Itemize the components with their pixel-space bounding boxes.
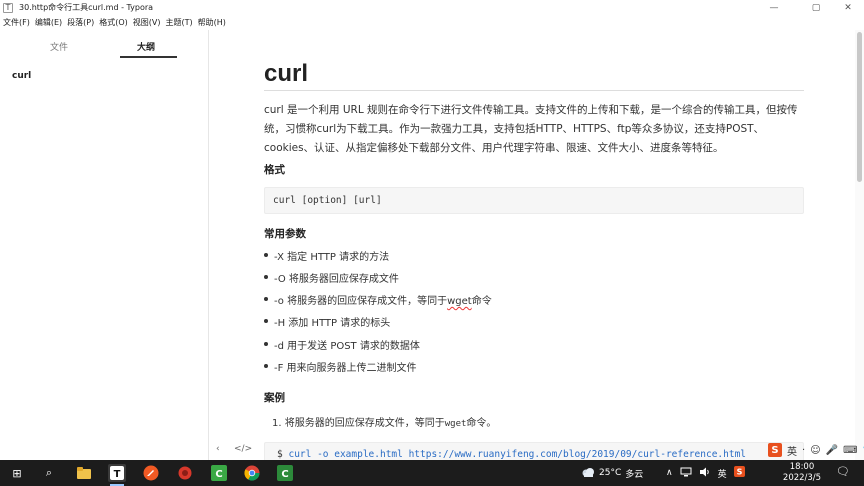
heading-cases: 案例 — [264, 392, 285, 404]
outline-item-curl[interactable]: curl — [12, 71, 31, 81]
menu-help[interactable]: 帮助(H) — [198, 17, 226, 28]
heading-format: 格式 — [264, 164, 285, 176]
tab-files[interactable]: 文件 — [50, 40, 68, 53]
typora-app-icon: T — [3, 2, 13, 13]
code-block-format[interactable]: curl [option] [url] — [264, 187, 804, 214]
notification-center-icon[interactable]: 🗨 — [836, 465, 850, 478]
shell-prompt: $ — [277, 449, 283, 460]
clock[interactable]: 18:00 2022/3/5 — [780, 462, 824, 484]
sidebar: 文件 大纲 curl — [0, 30, 209, 460]
windows-start-icon[interactable]: ⊞ — [8, 464, 26, 482]
svg-text:C: C — [215, 469, 222, 480]
taskbar: ⊞ ⌕ T C C 25°C 多云 ∧ 英 S 18:00 2022/3/5 🗨 — [0, 460, 864, 486]
menu-bar: 文件(F) 编辑(E) 段落(P) 格式(O) 视图(V) 主题(T) 帮助(H… — [0, 15, 864, 30]
sogou-tray-icon[interactable]: S — [733, 466, 745, 480]
menu-edit[interactable]: 编辑(E) — [35, 17, 62, 28]
svg-text:C: C — [281, 469, 288, 480]
system-tray: ∧ 英 S — [666, 460, 745, 486]
ordered-list-item: 1. 将服务器的回应保存成文件，等同于wget命令。 — [272, 414, 496, 429]
list-item: -F 用来向服务器上传二进制文件 — [264, 359, 417, 374]
heading-params: 常用参数 — [264, 228, 306, 240]
menu-format[interactable]: 格式(O) — [99, 17, 128, 28]
ime-emoji-icon[interactable]: ☺ — [810, 445, 820, 456]
list-item: -H 添加 HTTP 请求的标头 — [263, 314, 390, 329]
weather-cloud-icon — [581, 467, 595, 480]
tray-overflow-icon[interactable]: ∧ — [666, 468, 673, 478]
svg-text:T: T — [114, 469, 121, 480]
list-item: -d 用于发送 POST 请求的数据体 — [264, 337, 420, 352]
window-title: 30.http命令行工具curl.md - Typora — [19, 3, 154, 12]
ime-mode[interactable]: 英 — [787, 443, 797, 458]
list-item-suffix: 命令 — [471, 296, 492, 307]
snail-app-icon[interactable] — [176, 464, 194, 482]
list-item: -X 指定 HTTP 请求的方法 — [263, 248, 389, 263]
menu-file[interactable]: 文件(F) — [3, 17, 30, 28]
sogou-logo-icon[interactable]: S — [768, 443, 782, 457]
menu-paragraph[interactable]: 段落(P) — [67, 17, 94, 28]
inline-code: wget — [444, 419, 467, 429]
code-block-example[interactable]: $ curl -o example.html https://www.ruany… — [264, 442, 804, 460]
tab-outline[interactable]: 大纲 — [137, 40, 155, 53]
menu-theme[interactable]: 主题(T) — [165, 17, 192, 28]
typora-taskbar-icon[interactable]: T — [108, 464, 126, 486]
sidebar-tabs: 文件 大纲 — [0, 30, 208, 60]
camtasia-recorder-icon[interactable]: C — [276, 464, 294, 482]
maximize-button[interactable]: ▢ — [798, 0, 834, 15]
minimize-button[interactable]: — — [756, 0, 792, 15]
network-icon[interactable] — [680, 467, 692, 480]
postman-icon[interactable] — [142, 464, 160, 482]
volume-icon[interactable] — [699, 467, 711, 480]
shell-command: curl -o example.html https://www.ruanyif… — [288, 449, 747, 460]
heading-divider — [264, 90, 804, 91]
clock-time: 18:00 — [789, 462, 815, 472]
menu-view[interactable]: 视图(V) — [133, 17, 161, 28]
editor-area[interactable]: curl curl 是一个利用 URL 规则在命令行下进行文件传输工具。支持文件… — [210, 30, 855, 460]
active-tab-indicator — [120, 56, 177, 58]
svg-text:S: S — [736, 468, 742, 477]
list-item-text: 将服务器的回应保存成文件，等同于 — [284, 418, 445, 429]
ime-keyboard-icon[interactable]: ⌨ — [843, 445, 857, 456]
title-bar: T 30.http命令行工具curl.md - Typora — [0, 0, 864, 15]
ime-toolbar[interactable]: S 英 · ☺ 🎤 ⌨ 👕 ⋯ — [768, 442, 864, 458]
weather-widget[interactable]: 25°C 多云 — [581, 460, 643, 486]
search-icon[interactable]: ⌕ — [40, 464, 58, 482]
chrome-icon[interactable] — [243, 464, 261, 482]
heading-curl: curl — [264, 60, 309, 87]
ime-punct-icon[interactable]: · — [802, 445, 805, 456]
list-number: 1. — [272, 418, 282, 429]
input-language[interactable]: 英 — [718, 467, 727, 480]
intro-paragraph: curl 是一个利用 URL 规则在命令行下进行文件传输工具。支持文件的上传和下… — [264, 104, 798, 154]
close-button[interactable]: ✕ — [832, 0, 864, 15]
weather-temp: 25°C — [599, 468, 622, 478]
camtasia-icon[interactable]: C — [210, 464, 228, 482]
list-item: -o 将服务器的回应保存成文件，等同于wget命令 — [264, 292, 492, 307]
clock-date: 2022/3/5 — [782, 473, 822, 483]
ime-mic-icon[interactable]: 🎤 — [826, 445, 838, 456]
list-item: -O 将服务器回应保存成文件 — [264, 270, 399, 285]
spellcheck-word: wget — [447, 296, 472, 307]
file-explorer-icon[interactable] — [75, 464, 93, 482]
weather-text: 多云 — [625, 469, 644, 480]
scrollbar-thumb[interactable] — [857, 32, 862, 182]
list-item-text: -o 将服务器的回应保存成文件，等同于 — [274, 296, 448, 307]
list-item-suffix: 命令。 — [466, 418, 497, 429]
vertical-scrollbar[interactable] — [855, 30, 864, 460]
